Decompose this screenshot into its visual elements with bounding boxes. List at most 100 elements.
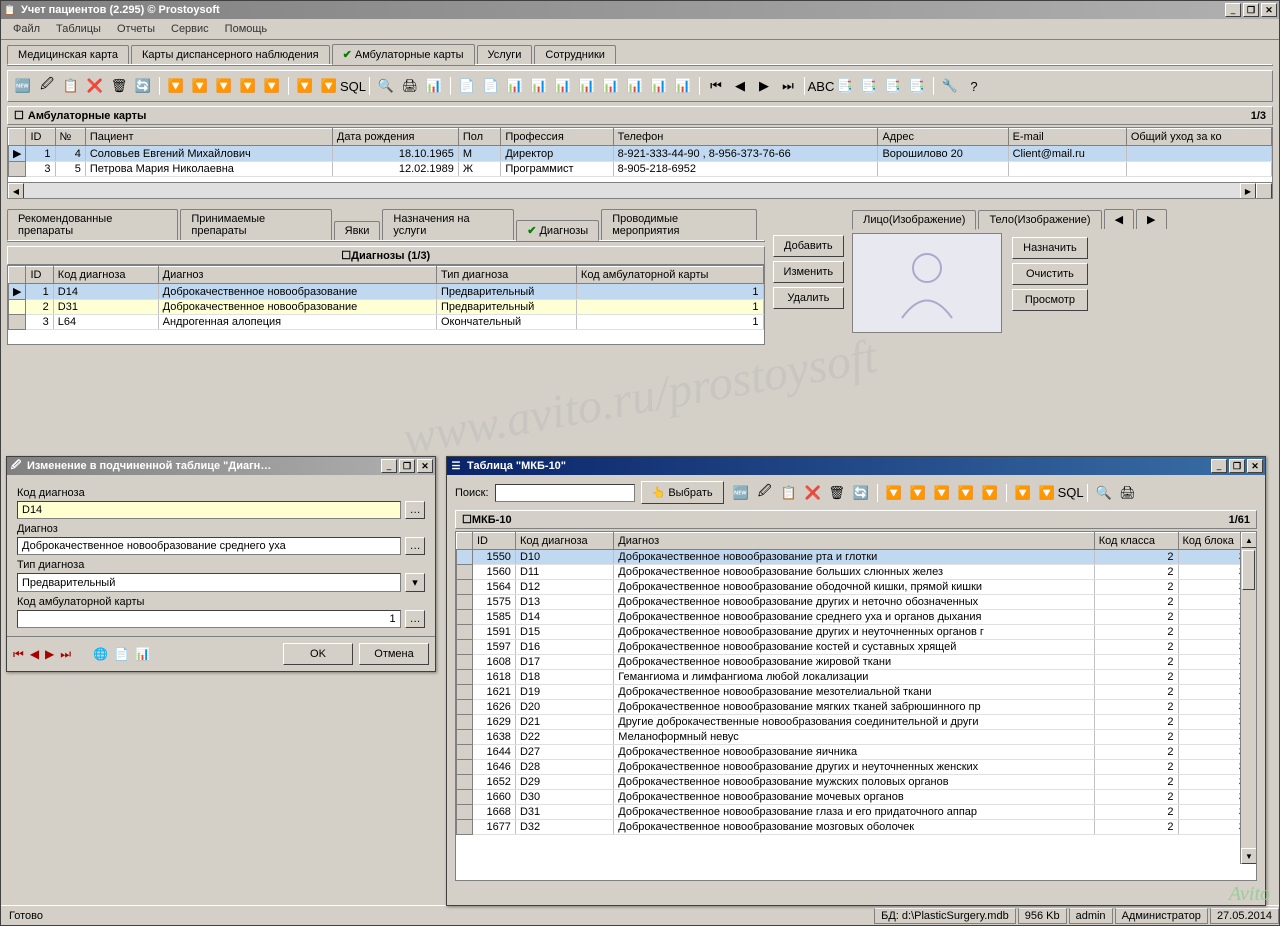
tb-🆕[interactable]: 🆕 [730, 482, 752, 504]
tb-📊[interactable]: 📊 [672, 75, 694, 97]
tb-SQL[interactable]: SQL [1060, 482, 1082, 504]
search-input[interactable] [495, 484, 635, 502]
tb-🖨[interactable]: 🖨 [399, 75, 421, 97]
add-button[interactable]: Добавить [773, 235, 845, 257]
tb-📄[interactable]: 📄 [480, 75, 502, 97]
tb-🗑[interactable]: 🗑 [826, 482, 848, 504]
tb-📑[interactable]: 📑 [834, 75, 856, 97]
subtab-2[interactable]: Явки [334, 221, 381, 240]
subtab-3[interactable]: Назначения на услуги [382, 209, 514, 240]
type-dropdown[interactable]: ▾ [405, 573, 425, 592]
imgtab-0[interactable]: Лицо(Изображение) [852, 210, 976, 230]
close-button[interactable]: ✕ [1261, 3, 1277, 17]
dlg1-min[interactable]: _ [381, 459, 397, 473]
scroll-up[interactable]: ▲ [1241, 532, 1257, 548]
col[interactable]: E-mail [1008, 129, 1126, 146]
col[interactable]: Адрес [878, 129, 1008, 146]
tb-🔍[interactable]: 🔍 [1093, 482, 1115, 504]
tb-📊[interactable]: 📊 [624, 75, 646, 97]
dlg2-min[interactable]: _ [1211, 459, 1227, 473]
tb-📋[interactable]: 📋 [778, 482, 800, 504]
table-row[interactable]: 1560D11Доброкачественное новообразование… [457, 565, 1256, 580]
card-browse[interactable]: … [405, 610, 425, 628]
tb-🔽[interactable]: 🔽 [931, 482, 953, 504]
cancel-button[interactable]: Отмена [359, 643, 429, 665]
tb-📊[interactable]: 📊 [648, 75, 670, 97]
view-button[interactable]: Просмотр [1012, 289, 1088, 311]
table-row[interactable]: 1629D21Другие доброкачественные новообра… [457, 715, 1256, 730]
tb-▶[interactable]: ▶ [753, 75, 775, 97]
nav-first[interactable]: ⏮ [13, 647, 24, 662]
nav-last[interactable]: ⏭ [60, 647, 71, 662]
tb-⏭[interactable]: ⏭ [777, 75, 799, 97]
table-row[interactable]: 1668D31Доброкачественное новообразование… [457, 805, 1256, 820]
scroll-right[interactable]: ▶ [1240, 183, 1256, 199]
tb-🆕[interactable]: 🆕 [12, 75, 34, 97]
col[interactable]: Дата рождения [332, 129, 458, 146]
table-row[interactable]: 1677D32Доброкачественное новообразование… [457, 820, 1256, 835]
tb-◀[interactable]: ◀ [729, 75, 751, 97]
table-row[interactable]: 1652D29Доброкачественное новообразование… [457, 775, 1256, 790]
tb-🔽[interactable]: 🔽 [165, 75, 187, 97]
tb-📑[interactable]: 📑 [906, 75, 928, 97]
tb-📊[interactable]: 📊 [528, 75, 550, 97]
chart-icon[interactable]: 📊 [135, 647, 150, 661]
subtab-4[interactable]: ✔Диагнозы [516, 220, 599, 241]
tb-📋[interactable]: 📋 [60, 75, 82, 97]
tb-🖨[interactable]: 🖨 [1117, 482, 1139, 504]
delete-button[interactable]: Удалить [773, 287, 845, 309]
tb-🔄[interactable]: 🔄 [132, 75, 154, 97]
diag-browse[interactable]: … [405, 537, 425, 555]
table-row[interactable]: 1597D16Доброкачественное новообразование… [457, 640, 1256, 655]
menu-Сервис[interactable]: Сервис [163, 21, 217, 37]
patients-grid[interactable]: ID№ПациентДата рожденияПолПрофессияТелеф… [7, 127, 1273, 199]
table-row[interactable]: 1621D19Доброкачественное новообразование… [457, 685, 1256, 700]
tb-🔽[interactable]: 🔽 [261, 75, 283, 97]
mkb-grid[interactable]: IDКод диагнозаДиагнозКод классаКод блока… [455, 531, 1257, 881]
tb-📊[interactable]: 📊 [552, 75, 574, 97]
tb-🖉[interactable]: 🖉 [36, 75, 58, 97]
tb-🔽[interactable]: 🔽 [189, 75, 211, 97]
dlg2-close[interactable]: ✕ [1247, 459, 1263, 473]
doc-icon[interactable]: 📄 [114, 647, 129, 661]
tb-🔽[interactable]: 🔽 [979, 482, 1001, 504]
table-row[interactable]: 1564D12Доброкачественное новообразование… [457, 580, 1256, 595]
col[interactable]: ID [26, 129, 55, 146]
subtab-5[interactable]: Проводимые мероприятия [601, 209, 756, 240]
nav-next[interactable]: ▶ [45, 647, 54, 661]
imgtab-1[interactable]: Тело(Изображение) [978, 210, 1101, 229]
scroll-down[interactable]: ▼ [1241, 848, 1257, 864]
tb-❌[interactable]: ❌ [84, 75, 106, 97]
scroll-left[interactable]: ◀ [8, 183, 24, 199]
subtab-0[interactable]: Рекомендованные препараты [7, 209, 178, 240]
tb-📊[interactable]: 📊 [600, 75, 622, 97]
table-row[interactable]: ▶14Соловьев Евгений Михайлович18.10.1965… [9, 146, 1272, 162]
clear-button[interactable]: Очистить [1012, 263, 1088, 285]
minimize-button[interactable]: _ [1225, 3, 1241, 17]
diag-input[interactable] [17, 537, 401, 555]
code-input[interactable] [17, 501, 401, 519]
table-row[interactable]: 1644D27Доброкачественное новообразование… [457, 745, 1256, 760]
table-row[interactable]: 1550D10Доброкачественное новообразование… [457, 550, 1256, 565]
dlg2-titlebar[interactable]: ☰ Таблица "МКБ-10" _ ❐ ✕ [447, 457, 1265, 475]
tb-📑[interactable]: 📑 [858, 75, 880, 97]
tb-🔽[interactable]: 🔽 [883, 482, 905, 504]
table-row[interactable]: 1575D13Доброкачественное новообразование… [457, 595, 1256, 610]
tb-🔄[interactable]: 🔄 [850, 482, 872, 504]
col[interactable]: Пол [458, 129, 500, 146]
table-row[interactable]: 1646D28Доброкачественное новообразование… [457, 760, 1256, 775]
tb-🔽[interactable]: 🔽 [318, 75, 340, 97]
tb-ABC[interactable]: ABC [810, 75, 832, 97]
col[interactable]: Профессия [501, 129, 613, 146]
table-row[interactable]: 1591D15Доброкачественное новообразование… [457, 625, 1256, 640]
table-row[interactable]: 1608D17Доброкачественное новообразование… [457, 655, 1256, 670]
tb-?[interactable]: ? [963, 75, 985, 97]
table-row[interactable]: 1660D30Доброкачественное новообразование… [457, 790, 1256, 805]
table-row[interactable]: 35Петрова Мария Николаевна12.02.1989ЖПро… [9, 162, 1272, 177]
tb-📊[interactable]: 📊 [423, 75, 445, 97]
imgtab-right[interactable]: ▶ [1136, 209, 1166, 229]
menu-Таблицы[interactable]: Таблицы [48, 21, 109, 37]
globe-icon[interactable]: 🌐 [93, 647, 108, 661]
col[interactable]: Общий уход за ко [1126, 129, 1271, 146]
tb-📑[interactable]: 📑 [882, 75, 904, 97]
